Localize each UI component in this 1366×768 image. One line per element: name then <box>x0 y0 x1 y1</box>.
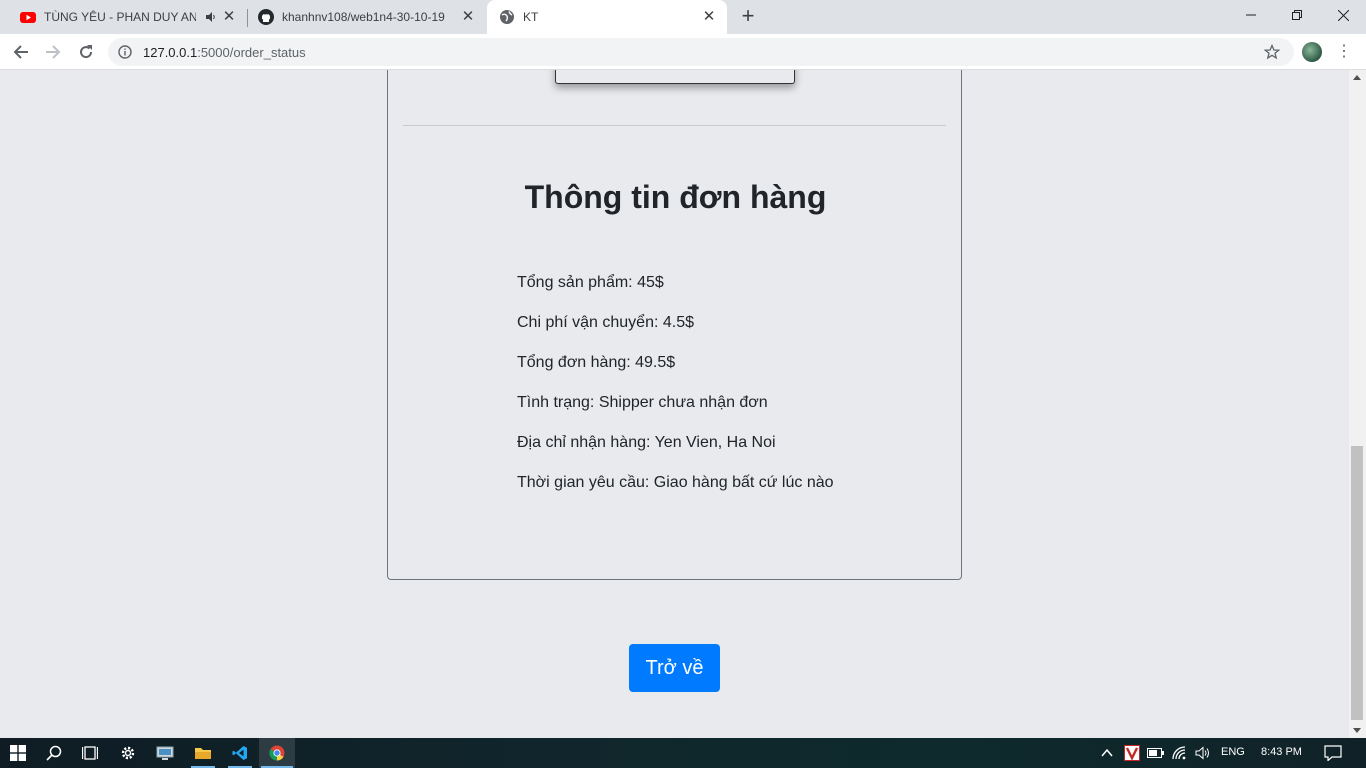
profile-avatar[interactable] <box>1302 42 1322 62</box>
v-logo-icon <box>1125 747 1139 760</box>
tab-title: KT <box>523 10 539 24</box>
vscode-app[interactable] <box>222 738 258 768</box>
github-icon <box>258 9 274 25</box>
globe-icon <box>500 10 514 24</box>
url-text: 127.0.0.1:5000/order_status <box>143 45 306 60</box>
notification-icon[interactable] <box>1324 745 1342 761</box>
restore-button[interactable] <box>1274 0 1320 30</box>
vscode-icon <box>232 746 247 760</box>
tab-github[interactable]: khanhnv108/web1n4-30-10-19 ✕ <box>248 0 486 34</box>
taskbar: ENG 8:43 PM <box>0 738 1366 768</box>
youtube-icon <box>20 12 36 23</box>
info-requested-time: Thời gian yêu cầu: Giao hàng bất cứ lúc … <box>517 474 834 491</box>
volume-icon[interactable] <box>1195 746 1211 760</box>
scrollbar-thumb[interactable] <box>1351 446 1363 720</box>
antivirus-tray-icon[interactable] <box>1124 745 1140 761</box>
minimize-icon <box>1246 14 1256 16</box>
browser-toolbar: 127.0.0.1:5000/order_status ⋮ <box>0 34 1366 70</box>
info-order-total: Tổng đơn hàng: 49.5$ <box>517 354 676 371</box>
remote-desktop-app[interactable] <box>147 738 183 768</box>
windows-icon <box>10 745 26 761</box>
monitor-icon <box>156 746 174 760</box>
page-viewport: Thông tin đơn hàng Tổng sản phẩm: 45$ Ch… <box>0 70 1349 738</box>
speaker-icon[interactable] <box>205 11 217 23</box>
clock[interactable]: 8:43 PM <box>1261 746 1302 758</box>
divider <box>403 125 946 126</box>
folder-icon <box>195 748 211 759</box>
forward-nav-button[interactable] <box>39 38 67 66</box>
restore-icon <box>1292 10 1302 20</box>
back-button[interactable]: Trở về <box>629 644 720 692</box>
language-indicator[interactable]: ENG <box>1221 746 1245 758</box>
arrow-left-icon <box>13 45 28 59</box>
url-path: :5000/order_status <box>197 45 306 60</box>
back-nav-button[interactable] <box>7 38 35 66</box>
close-window-button[interactable] <box>1320 0 1366 30</box>
battery-icon[interactable] <box>1147 748 1165 758</box>
new-tab-button[interactable]: + <box>736 5 760 29</box>
reload-icon <box>80 45 93 59</box>
chevron-up-icon[interactable] <box>1101 748 1113 758</box>
close-icon[interactable]: ✕ <box>701 9 717 25</box>
close-icon[interactable]: ✕ <box>221 9 237 25</box>
settings-app[interactable] <box>110 738 146 768</box>
tab-title: khanhnv108/web1n4-30-10-19 <box>282 10 445 24</box>
tab-youtube[interactable]: TÙNG YÊU - PHAN DUY ANH ✕ <box>0 0 247 34</box>
tab-kt[interactable]: KT ✕ <box>487 0 727 34</box>
star-icon[interactable] <box>1264 44 1280 60</box>
minimize-button[interactable] <box>1228 0 1274 30</box>
info-status: Tình trạng: Shipper chưa nhận đơn <box>517 394 768 411</box>
task-view-button[interactable] <box>72 738 108 768</box>
menu-icon[interactable]: ⋮ <box>1336 42 1352 62</box>
chrome-icon <box>269 745 285 761</box>
search-button[interactable] <box>36 738 72 768</box>
chrome-app[interactable] <box>259 738 295 768</box>
address-bar[interactable]: 127.0.0.1:5000/order_status <box>108 38 1294 66</box>
gear-icon <box>121 746 135 760</box>
search-icon <box>46 745 62 761</box>
url-host: 127.0.0.1 <box>143 45 198 60</box>
arrow-right-icon <box>46 45 61 59</box>
info-icon[interactable] <box>118 45 132 59</box>
tab-strip: TÙNG YÊU - PHAN DUY ANH ✕ khanhnv108/web… <box>0 0 1366 34</box>
scroll-up-icon[interactable] <box>1353 75 1361 80</box>
info-address: Địa chỉ nhận hàng: Yen Vien, Ha Noi <box>517 434 776 451</box>
reload-button[interactable] <box>72 38 100 66</box>
start-button[interactable] <box>0 738 36 768</box>
vertical-scrollbar[interactable] <box>1349 70 1366 738</box>
info-subtotal: Tổng sản phẩm: 45$ <box>517 274 664 291</box>
file-explorer-app[interactable] <box>185 738 221 768</box>
order-card: Thông tin đơn hàng Tổng sản phẩm: 45$ Ch… <box>387 70 962 580</box>
scroll-down-icon[interactable] <box>1353 728 1361 733</box>
card-top-box <box>555 70 795 84</box>
order-info-list: Tổng sản phẩm: 45$ Chi phí vận chuyển: 4… <box>517 273 834 513</box>
close-icon[interactable]: ✕ <box>460 9 476 25</box>
task-view-icon <box>82 746 98 760</box>
close-icon <box>1337 9 1349 21</box>
wifi-icon[interactable] <box>1172 746 1188 760</box>
info-shipping-cost: Chi phí vận chuyển: 4.5$ <box>517 314 695 331</box>
tab-title: TÙNG YÊU - PHAN DUY ANH <box>44 10 196 24</box>
page-title: Thông tin đơn hàng <box>524 179 827 215</box>
